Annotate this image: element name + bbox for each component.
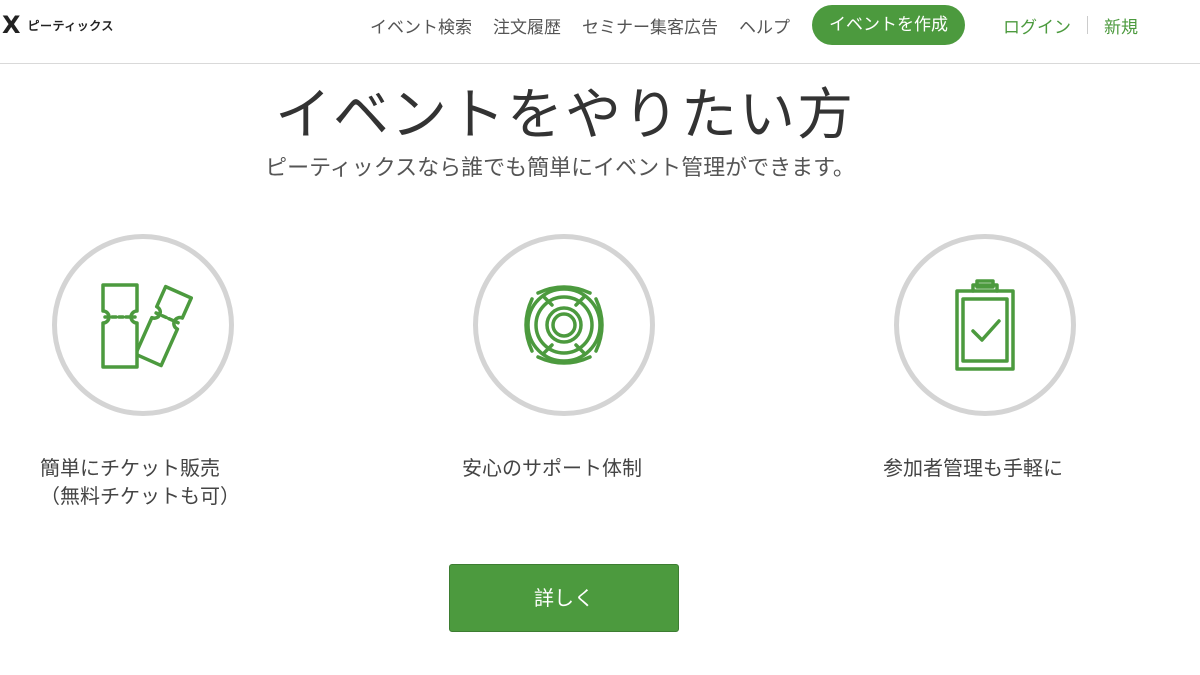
nav-help[interactable]: ヘルプ <box>739 13 790 38</box>
feature-manage-line1: 参加者管理も手軽に <box>883 456 1063 480</box>
feature-manage-circle <box>894 234 1076 416</box>
logo[interactable]: X ピーティックス <box>2 12 114 38</box>
nav-seminar-ads[interactable]: セミナー集客広告 <box>582 13 718 38</box>
logo-text: ピーティックス <box>27 18 114 33</box>
feature-support-circle <box>473 234 655 416</box>
feature-ticket-line2: （無料チケットも可） <box>40 484 240 508</box>
details-button[interactable]: 詳しく <box>449 564 679 632</box>
hero-subtitle: ピーティックスなら誰でも簡単にイベント管理ができます。 <box>265 156 855 181</box>
feature-support-label: 安心のサポート体制 <box>462 454 642 482</box>
site-header: X ピーティックス イベント検索 注文履歴 セミナー集客広告 ヘルプ イベントを… <box>0 0 1200 64</box>
signup-link[interactable]: 新規 <box>1104 13 1138 38</box>
hero-title: イベントをやりたい方 <box>275 83 855 148</box>
ticket-icon <box>101 283 193 369</box>
nav-event-search[interactable]: イベント検索 <box>370 13 472 38</box>
nav-order-history[interactable]: 注文履歴 <box>493 13 561 38</box>
feature-ticket-circle <box>52 234 234 416</box>
feature-manage-label: 参加者管理も手軽に <box>883 454 1063 482</box>
login-link[interactable]: ログイン <box>1003 13 1071 38</box>
nav-divider <box>1087 16 1088 34</box>
logo-mark: X <box>2 11 21 39</box>
clipboard-check-icon <box>955 279 1015 371</box>
main-nav: イベント検索 注文履歴 セミナー集客広告 ヘルプ イベントを作成 ログイン 新規 <box>370 4 1138 46</box>
feature-ticket-line1: 簡単にチケット販売 <box>40 456 220 480</box>
feature-ticket-label: 簡単にチケット販売 （無料チケットも可） <box>40 454 240 510</box>
create-event-button[interactable]: イベントを作成 <box>812 5 965 45</box>
lifebuoy-icon <box>524 285 604 365</box>
feature-support-line1: 安心のサポート体制 <box>462 456 642 480</box>
